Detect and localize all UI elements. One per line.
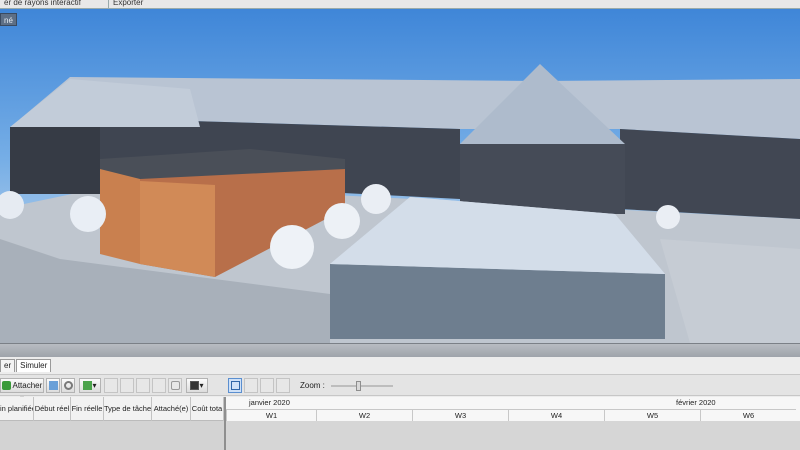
zoom-slider-thumb[interactable] (356, 381, 361, 391)
timeliner-panel: er Simuler Attacher ▾ ▾ ▾ Zoom : in plan… (0, 357, 800, 450)
attach-icon (1, 381, 11, 391)
add-task-icon (83, 381, 93, 391)
gantt-header: janvier 2020 février 2020 W1 W2 W3 W4 W5… (224, 397, 800, 421)
month-label-feb: février 2020 (676, 398, 716, 407)
tab-partial[interactable]: er (0, 359, 16, 372)
tab-export[interactable]: Exporter (108, 0, 147, 8)
columns-button[interactable]: ▾ (186, 378, 208, 393)
attach-button-label: Attacher (12, 381, 43, 390)
tab-ray-tracing[interactable]: er de rayons interactif (0, 0, 85, 8)
week-w5: W5 (604, 409, 700, 421)
move-up-button[interactable] (136, 378, 150, 393)
add-task-button[interactable]: ▾ (79, 378, 101, 393)
task-grid-body[interactable] (0, 421, 224, 450)
top-menu-strip: er de rayons interactif Exporter (0, 0, 800, 9)
indent-button[interactable] (120, 378, 134, 393)
viewport-badge[interactable]: né (0, 13, 17, 26)
gantt-actual-button[interactable] (228, 378, 242, 393)
panel-tabs: er Simuler (0, 359, 52, 372)
gantt-hide-button[interactable] (276, 378, 290, 393)
attach-button[interactable]: Attacher ▾ (0, 378, 44, 403)
month-label-jan: janvier 2020 (249, 398, 290, 407)
tab-simulate[interactable]: Simuler (16, 359, 52, 372)
timeliner-toolbar: Attacher ▾ ▾ ▾ Zoom : (0, 374, 800, 403)
gantt-chart-body[interactable] (224, 421, 800, 450)
comment-icon (170, 381, 180, 391)
col-attached[interactable]: Attaché(e) (152, 397, 191, 421)
col-actual-start[interactable]: Début réel (34, 397, 71, 421)
find-items-button[interactable] (61, 378, 75, 393)
zoom-slider-track[interactable] (331, 385, 393, 387)
columns-icon (190, 381, 200, 391)
gantt-planned-button[interactable] (244, 378, 258, 393)
attach-rules-icon (48, 381, 58, 391)
search-icon (63, 381, 73, 391)
gantt-icon (230, 381, 240, 391)
week-w6: W6 (700, 409, 796, 421)
gantt-compare-button[interactable] (260, 378, 274, 393)
col-task-type[interactable]: Type de tâche (104, 397, 152, 421)
week-w1: W1 (226, 409, 316, 421)
outdent-button[interactable] (104, 378, 118, 393)
auto-attach-button[interactable] (46, 378, 60, 393)
zoom-label: Zoom : (300, 381, 325, 390)
col-actual-end[interactable]: Fin réelle (71, 397, 104, 421)
3d-viewport[interactable]: né (0, 9, 800, 343)
building-render (0, 64, 800, 343)
panel-splitter[interactable] (0, 343, 800, 357)
week-w2: W2 (316, 409, 412, 421)
comment-button[interactable] (168, 378, 182, 393)
week-w3: W3 (412, 409, 508, 421)
col-total-cost[interactable]: Coût tota (191, 397, 224, 421)
col-planned-end[interactable]: in planifiée (0, 397, 34, 421)
week-w4: W4 (508, 409, 604, 421)
move-down-button[interactable] (152, 378, 166, 393)
